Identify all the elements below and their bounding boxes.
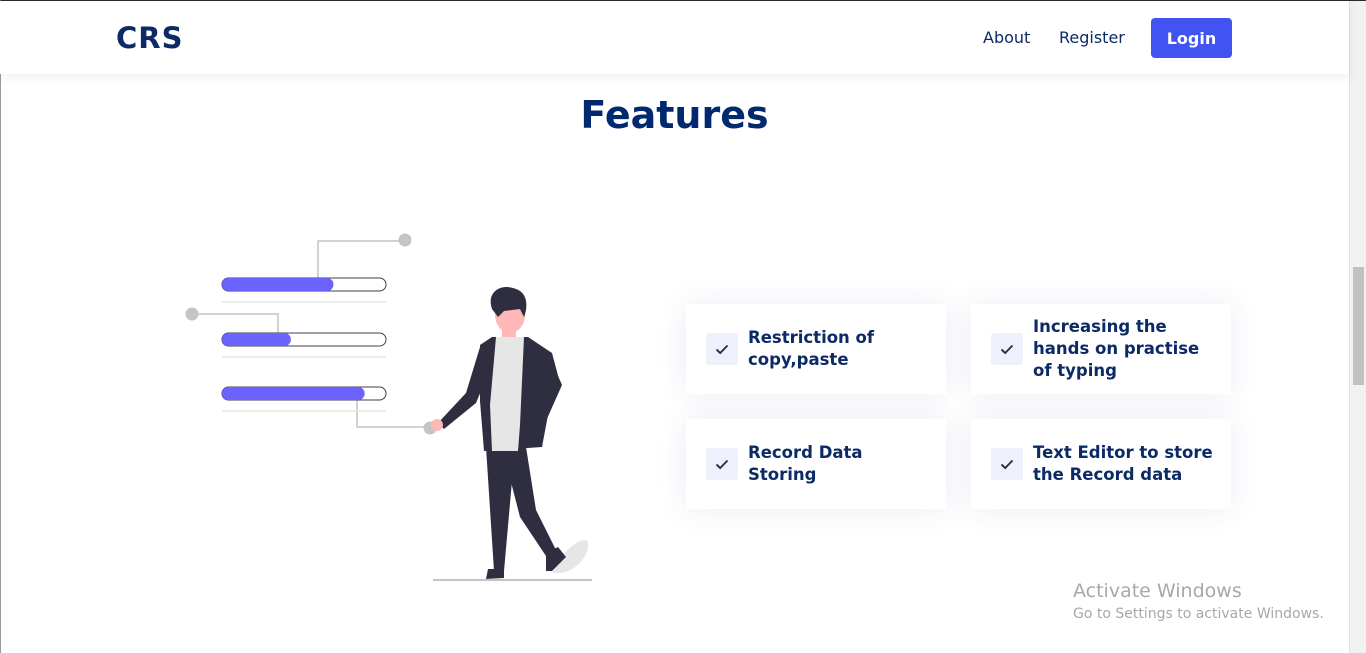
navbar: CRS About Register Login — [0, 1, 1349, 74]
scrollbar-thumb[interactable] — [1353, 267, 1364, 385]
feature-card: Text Editor to store the Record data — [971, 419, 1231, 509]
progress-bars — [221, 277, 387, 412]
features-title: Features — [580, 93, 769, 137]
watermark-subtitle: Go to Settings to activate Windows. — [1073, 606, 1324, 622]
check-icon — [991, 448, 1023, 480]
feature-card: Restriction of copy,paste — [686, 304, 946, 394]
feature-label: Record Data Storing — [748, 443, 863, 484]
check-icon — [991, 333, 1023, 365]
check-icon — [706, 448, 738, 480]
node-dot-left — [185, 307, 199, 321]
nav-link-register[interactable]: Register — [1059, 28, 1125, 47]
login-button[interactable]: Login — [1151, 18, 1232, 58]
hand — [431, 419, 443, 431]
check-icon — [706, 333, 738, 365]
nav-link-about[interactable]: About — [983, 28, 1030, 47]
left-shoe — [486, 569, 504, 579]
feature-label: Increasing the hands on practise of typi… — [1033, 317, 1200, 380]
node-dot-top — [398, 233, 412, 247]
feature-card: Record Data Storing — [686, 419, 946, 509]
brand-logo[interactable]: CRS — [116, 21, 184, 55]
feature-label: Text Editor to store the Record data — [1033, 443, 1213, 484]
shirt — [490, 337, 524, 451]
watermark-title: Activate Windows — [1073, 580, 1242, 602]
progress-fill — [222, 387, 365, 400]
feature-label: Restriction of copy,paste — [748, 328, 875, 369]
person-figure — [431, 287, 592, 581]
progress-fill — [222, 278, 334, 291]
windows-activation-watermark: Activate Windows Go to Settings to activ… — [1073, 580, 1324, 622]
features-illustration — [185, 233, 592, 581]
vertical-scrollbar[interactable] — [1349, 1, 1366, 653]
progress-fill — [222, 333, 291, 346]
feature-card: Increasing the hands on practise of typi… — [971, 304, 1231, 394]
